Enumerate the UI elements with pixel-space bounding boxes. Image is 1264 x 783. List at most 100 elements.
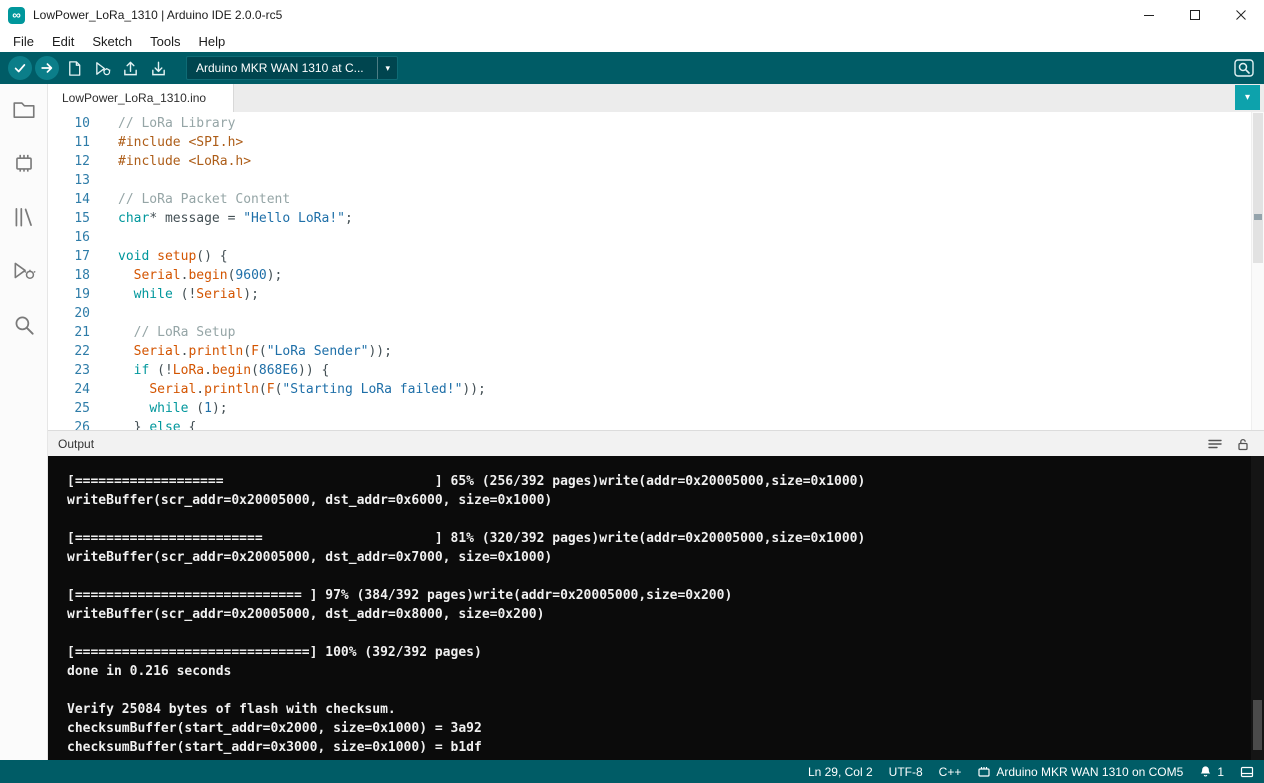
line-number: 17 [48,247,90,266]
code-line: 23 if (!LoRa.begin(868E6)) { [48,361,1264,380]
console-line: checksumBuffer(start_addr=0x2000, size=0… [67,719,1264,738]
import-binary-button[interactable] [146,56,171,80]
menu-edit[interactable]: Edit [43,33,83,50]
panel-toggle-button[interactable] [1240,765,1254,779]
titlebar: ∞ LowPower_LoRa_1310 | Arduino IDE 2.0.0… [0,0,1264,30]
line-number: 18 [48,266,90,285]
board-port-label: Arduino MKR WAN 1310 on COM5 [996,765,1183,779]
menu-tools[interactable]: Tools [141,33,189,50]
maximize-button[interactable] [1172,0,1218,30]
editor-scrollbar-thumb[interactable] [1253,113,1263,263]
line-number: 21 [48,323,90,342]
sidebar-item-library-manager[interactable] [11,204,37,230]
console-scrollbar-thumb[interactable] [1253,700,1262,750]
code-line: 22 Serial.println(F("LoRa Sender")); [48,342,1264,361]
code-line: 13 [48,171,1264,190]
line-number: 10 [48,114,90,133]
code-line: 21 // LoRa Setup [48,323,1264,342]
window-controls [1126,0,1264,30]
code-line: 11#include <SPI.h> [48,133,1264,152]
line-number: 12 [48,152,90,171]
tab-label: LowPower_LoRa_1310.ino [62,91,206,105]
arduino-logo-icon: ∞ [8,7,25,24]
bell-icon [1199,765,1212,778]
sidebar-item-boards-manager[interactable] [11,150,37,176]
tab-lowpower-lora-1310[interactable]: LowPower_LoRa_1310.ino [48,84,234,112]
sidebar-item-search[interactable] [11,312,37,338]
code-text: } else { [90,418,196,430]
code-text [90,304,118,323]
code-text: Serial.println(F("LoRa Sender")); [90,342,392,361]
debug-probe-icon [11,258,37,284]
code-lines: 10// LoRa Library11#include <SPI.h>12#in… [48,112,1264,430]
code-line: 26 } else { [48,418,1264,430]
upload-button[interactable] [35,56,59,80]
board-selector-dropdown[interactable]: Arduino MKR WAN 1310 at C... ▾ [186,56,398,80]
magnifier-badge-icon [1233,57,1255,79]
menu-sketch[interactable]: Sketch [83,33,141,50]
toolbar: Arduino MKR WAN 1310 at C... ▾ [0,52,1264,84]
serial-monitor-button[interactable] [1231,56,1256,80]
search-icon [11,312,37,338]
code-text: Serial.begin(9600); [90,266,282,285]
console-line: [=================== ] 65% (256/392 page… [67,472,1264,491]
export-binary-button[interactable] [118,56,143,80]
output-panel-header: Output [48,430,1264,456]
close-button[interactable] [1218,0,1264,30]
output-menu-button[interactable] [1206,435,1224,453]
folder-icon [11,96,37,122]
debug-button[interactable] [90,56,115,80]
console-line: Verify 25084 bytes of flash with checksu… [67,700,1264,719]
editor-scrollbar[interactable] [1251,112,1264,430]
code-line: 25 while (1); [48,399,1264,418]
code-text: while (!Serial); [90,285,259,304]
output-console[interactable]: [=================== ] 65% (256/392 page… [48,456,1264,760]
sidebar-item-sketchbook[interactable] [11,96,37,122]
titlebar-left: ∞ LowPower_LoRa_1310 | Arduino IDE 2.0.0… [0,7,282,24]
lock-icon [1236,437,1250,451]
line-number: 16 [48,228,90,247]
code-text: // LoRa Packet Content [90,190,290,209]
editor-dropdown-button[interactable]: ▾ [1235,85,1260,110]
code-line: 14// LoRa Packet Content [48,190,1264,209]
code-line: 20 [48,304,1264,323]
console-line [67,567,1264,586]
line-number: 19 [48,285,90,304]
code-text: char* message = "Hello LoRa!"; [90,209,353,228]
console-scrollbar[interactable] [1251,456,1264,760]
window-title: LowPower_LoRa_1310 | Arduino IDE 2.0.0-r… [33,8,282,22]
menubar: File Edit Sketch Tools Help [0,30,1264,52]
cursor-position[interactable]: Ln 29, Col 2 [808,765,873,779]
menu-file[interactable]: File [4,33,43,50]
menu-help[interactable]: Help [189,33,234,50]
line-number: 15 [48,209,90,228]
tabbar-spacer [234,84,1235,112]
line-number: 26 [48,418,90,430]
board-port-status[interactable]: Arduino MKR WAN 1310 on COM5 [977,765,1183,779]
encoding-indicator[interactable]: UTF-8 [889,765,923,779]
panel-icon [1240,765,1254,779]
scroll-lock-button[interactable] [1234,435,1252,453]
minimize-button[interactable] [1126,0,1172,30]
new-sketch-button[interactable] [62,56,87,80]
console-line: [============================= ] 97% (38… [67,586,1264,605]
code-line: 18 Serial.begin(9600); [48,266,1264,285]
line-number: 25 [48,399,90,418]
verify-button[interactable] [8,56,32,80]
code-line: 12#include <LoRa.h> [48,152,1264,171]
code-line: 15char* message = "Hello LoRa!"; [48,209,1264,228]
code-editor[interactable]: 10// LoRa Library11#include <SPI.h>12#in… [48,112,1264,430]
sidebar-item-debug[interactable] [11,258,37,284]
console-line [67,510,1264,529]
notifications-button[interactable]: 1 [1199,765,1224,779]
console-line: [==============================] 100% (3… [67,643,1264,662]
console-line [67,681,1264,700]
code-line: 10// LoRa Library [48,114,1264,133]
console-line: writeBuffer(scr_addr=0x20005000, dst_add… [67,605,1264,624]
arrow-right-icon [40,61,54,75]
line-number: 24 [48,380,90,399]
language-mode[interactable]: C++ [939,765,962,779]
arduino-ide-window: ∞ LowPower_LoRa_1310 | Arduino IDE 2.0.0… [0,0,1264,783]
code-text: if (!LoRa.begin(868E6)) { [90,361,329,380]
console-line: done in 0.216 seconds [67,662,1264,681]
